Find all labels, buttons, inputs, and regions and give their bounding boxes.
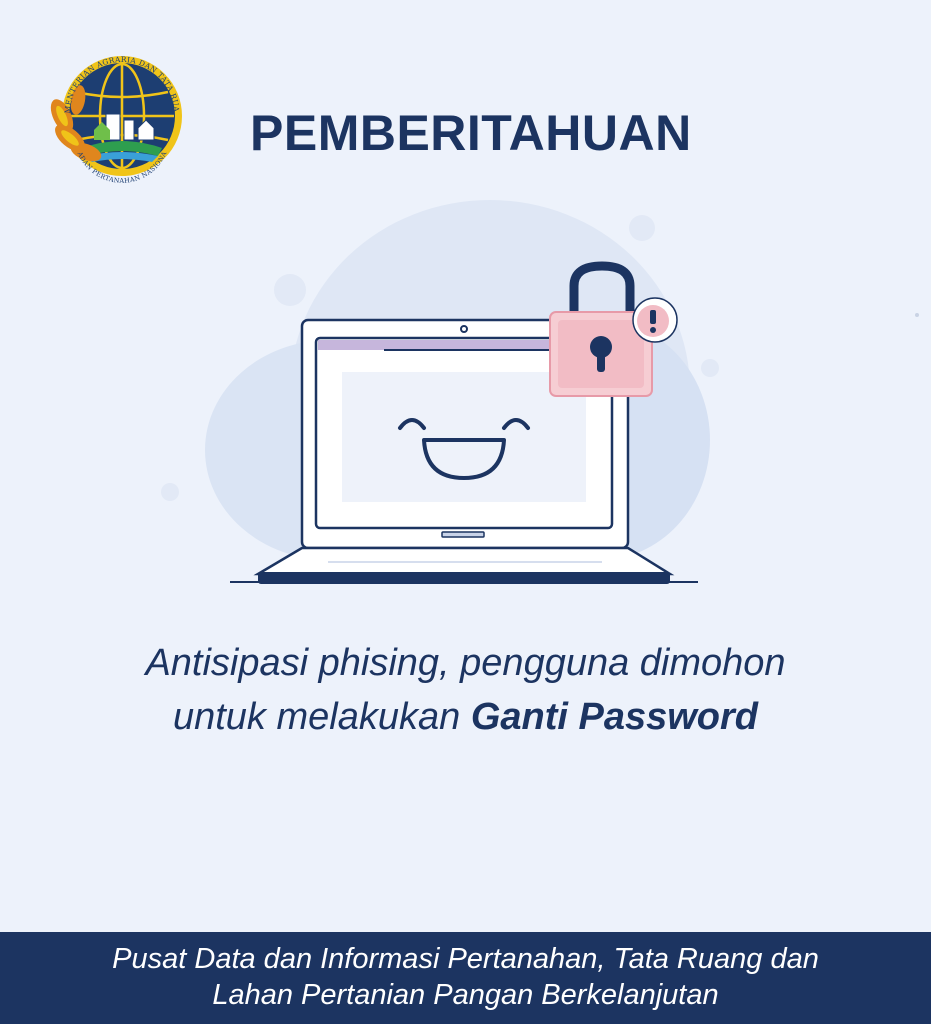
footer-line-2: Lahan Pertanian Pangan Berkelanjutan [212,979,719,1011]
page-title: PEMBERITAHUAN [250,105,692,161]
ministry-logo: KEMENTERIAN AGRARIA DAN TATA RUANG BADAN… [45,49,188,186]
exclamation-icon [632,297,678,343]
notice-message: Antisipasi phising, pengguna dimohon unt… [60,636,871,744]
footer-line-1: Pusat Data dan Informasi Pertanahan, Tat… [112,943,819,975]
message-line-2: untuk melakukan Ganti Password [60,690,871,744]
message-line-2-prefix: untuk melakukan [172,696,471,738]
message-emphasis: Ganti Password [470,696,759,738]
footer-bar: Pusat Data dan Informasi Pertanahan, Tat… [0,932,931,1024]
decorative-dot [915,313,919,317]
security-illustration [150,190,770,610]
message-line-1: Antisipasi phising, pengguna dimohon [145,642,786,684]
